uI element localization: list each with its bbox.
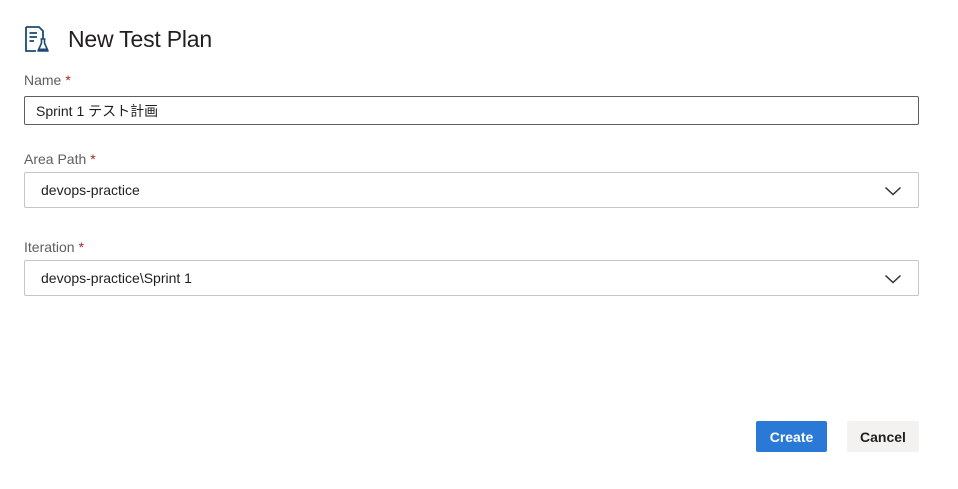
new-test-plan-dialog: New Test Plan Name * Area Path * devops-… [0, 0, 958, 489]
required-marker: * [78, 239, 85, 255]
chevron-down-icon[interactable] [884, 184, 902, 196]
dialog-title: New Test Plan [68, 25, 212, 52]
dialog-header: New Test Plan [24, 22, 212, 56]
required-marker: * [90, 151, 96, 167]
required-marker: * [65, 72, 71, 88]
iteration-label: Iteration * [24, 239, 84, 255]
area-path-label: Area Path * [24, 151, 96, 167]
iteration-value: devops-practice\Sprint 1 [41, 270, 192, 286]
iteration-dropdown[interactable]: devops-practice\Sprint 1 [24, 260, 919, 296]
area-path-label-text: Area Path [24, 151, 87, 167]
name-label-text: Name [24, 72, 62, 88]
name-input[interactable] [24, 96, 919, 125]
cancel-button[interactable]: Cancel [847, 421, 919, 452]
test-plan-icon [24, 24, 50, 54]
chevron-down-icon[interactable] [884, 272, 902, 284]
name-label: Name * [24, 72, 71, 88]
area-path-dropdown[interactable]: devops-practice [24, 172, 919, 208]
iteration-label-text: Iteration [24, 239, 75, 255]
create-button[interactable]: Create [756, 421, 827, 452]
area-path-value: devops-practice [41, 182, 140, 198]
